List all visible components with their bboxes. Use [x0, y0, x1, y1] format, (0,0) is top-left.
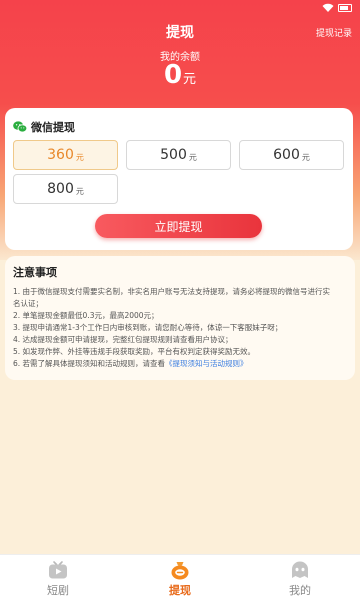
withdraw-records-link[interactable]: 提现记录 — [316, 26, 352, 39]
status-icons — [322, 3, 352, 13]
notice-panel: 注意事项 1. 由于微信提现支付需要实名制，非实名用户账号无法支持提现，请务必将… — [5, 256, 355, 380]
notice-line: 5. 如发现作弊、外挂等违规手段获取奖励，平台有权判定获得奖励无效。 — [13, 347, 256, 356]
amount-value: 360 — [47, 147, 74, 163]
tab-label: 短剧 — [47, 584, 69, 597]
coin-bag-icon — [171, 562, 189, 580]
amount-unit: 元 — [75, 186, 84, 196]
battery-icon — [338, 4, 352, 12]
balance-unit: 元 — [183, 72, 197, 87]
notice-line: 名认证； — [13, 299, 43, 308]
notice-line-with-link: 6. 若需了解具体提现须知和活动规则，请查看《提现须知与活动规则》 — [13, 358, 347, 370]
wifi-icon — [322, 3, 334, 12]
tab-drama[interactable]: 短剧 — [23, 555, 93, 600]
tab-withdraw[interactable]: 提现 — [145, 555, 215, 600]
balance-amount: 0 — [163, 60, 183, 90]
amount-value: 800 — [47, 181, 74, 197]
notice-line-text: 6. 若需了解具体提现须知和活动规则，请查看 — [13, 359, 166, 368]
notice-title: 注意事项 — [13, 266, 57, 279]
play-tv-icon — [49, 561, 67, 579]
tab-label: 我的 — [289, 584, 311, 597]
withdraw-now-button[interactable]: 立即提现 — [95, 214, 262, 238]
amount-value: 600 — [273, 147, 300, 163]
ghost-face-icon — [292, 561, 308, 578]
amount-option-500[interactable]: 500 元 — [126, 140, 231, 170]
wechat-icon — [13, 121, 27, 133]
bottom-tabbar: 短剧 提现 我的 — [0, 554, 360, 600]
amount-option-360[interactable]: 360 元 — [13, 140, 118, 170]
amount-value: 500 — [160, 147, 187, 163]
notice-line: 1. 由于微信提现支付需要实名制，非实名用户账号无法支持提现，请务必将提现的微信… — [13, 287, 331, 296]
balance-value: 0元 — [0, 60, 360, 90]
notice-line: 4. 达成提现金额可申请提现，完整红包提现规则请查看用户协议； — [13, 335, 233, 344]
tab-mine[interactable]: 我的 — [265, 555, 335, 600]
amount-unit: 元 — [301, 152, 310, 162]
page-title: 提现 — [166, 25, 194, 41]
amount-option-600[interactable]: 600 元 — [239, 140, 344, 170]
withdraw-card-title: 微信提现 — [31, 121, 75, 134]
tab-label: 提现 — [169, 584, 191, 597]
withdraw-card-header: 微信提现 — [13, 119, 75, 135]
rules-link[interactable]: 《提现须知与活动规则》 — [165, 359, 248, 368]
amount-option-800[interactable]: 800 元 — [13, 174, 118, 204]
amount-unit: 元 — [75, 152, 84, 162]
notice-line: 3. 提现申请通常1-3个工作日内审核到账，请您耐心等待，体谅一下客服妹子呀； — [13, 323, 283, 332]
notice-line: 2. 单笔提现金额最低0.3元，最高2000元； — [13, 311, 159, 320]
status-bar — [0, 0, 360, 18]
amount-unit: 元 — [188, 152, 197, 162]
